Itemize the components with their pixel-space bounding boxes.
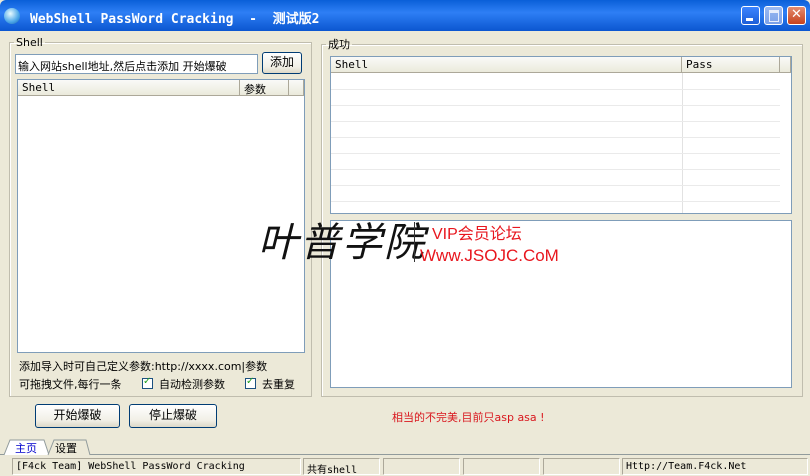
row-line	[331, 121, 780, 122]
auto-detect-checkbox[interactable]	[142, 376, 153, 389]
column-divider	[682, 73, 683, 213]
row-line	[331, 137, 780, 138]
start-cracking-button[interactable]: 开始爆破	[35, 404, 120, 428]
success-group-legend: 成功	[328, 38, 350, 51]
watermark-vip-text: VIP会员论坛	[432, 226, 522, 243]
app-globe-icon	[4, 8, 20, 24]
window-title: WebShell PassWord Cracking - 测试版2	[30, 12, 320, 27]
auto-detect-label[interactable]: 自动检测参数	[159, 376, 225, 392]
shell-list-header-shell[interactable]: Shell	[18, 80, 240, 96]
shell-list-header-param[interactable]: 参数	[240, 80, 289, 96]
success-list-header-pass[interactable]: Pass	[682, 57, 780, 73]
warning-message: 相当的不完美,目前只asp asa !	[392, 411, 545, 424]
row-line	[331, 153, 780, 154]
shell-url-input[interactable]: 输入网站shell地址,然后点击添加 开始爆破	[15, 54, 258, 74]
status-bar: [F4ck Team] WebShell PassWord Cracking 共…	[0, 456, 810, 476]
row-line	[331, 169, 780, 170]
minimize-button[interactable]	[741, 6, 760, 25]
hint-custom-params: 添加导入时可自己定义参数:http://xxxx.com|参数	[19, 360, 268, 373]
shell-list-header-filler	[289, 80, 304, 96]
row-line	[331, 105, 780, 106]
status-cell-3	[383, 458, 460, 475]
main-window: WebShell PassWord Cracking - 测试版2 ✕ Shel…	[0, 0, 810, 476]
status-shell-count: 共有shell	[303, 458, 380, 475]
watermark-url: Www.JSOJC.CoM	[420, 246, 559, 265]
maximize-button[interactable]	[764, 6, 783, 25]
title-bar[interactable]: WebShell PassWord Cracking - 测试版2 ✕	[0, 0, 810, 31]
shell-group-legend: Shell	[16, 36, 43, 49]
row-line	[331, 185, 780, 186]
close-button[interactable]: ✕	[787, 6, 806, 25]
row-line	[331, 201, 780, 202]
watermark-divider	[414, 222, 415, 262]
hint-drag-files: 可拖拽文件,每行一条	[19, 378, 122, 391]
tab-home[interactable]: 主页	[15, 440, 37, 456]
dedupe-label[interactable]: 去重复	[262, 376, 295, 392]
success-list-header-filler	[780, 57, 791, 73]
watermark-calligraphy: 叶普学院	[258, 220, 426, 266]
status-cell-5	[543, 458, 620, 475]
status-cell-4	[463, 458, 540, 475]
success-list-header-shell[interactable]: Shell	[331, 57, 682, 73]
row-line	[331, 89, 780, 90]
tab-baseline	[0, 454, 810, 455]
status-url: Http://Team.F4ck.Net	[622, 458, 808, 475]
dedupe-checkbox[interactable]	[245, 376, 256, 389]
status-team: [F4ck Team] WebShell PassWord Cracking	[12, 458, 301, 475]
stop-cracking-button[interactable]: 停止爆破	[129, 404, 217, 428]
add-button[interactable]: 添加	[262, 52, 302, 74]
tab-settings[interactable]: 设置	[55, 440, 77, 456]
success-list[interactable]: Shell Pass	[330, 56, 792, 214]
